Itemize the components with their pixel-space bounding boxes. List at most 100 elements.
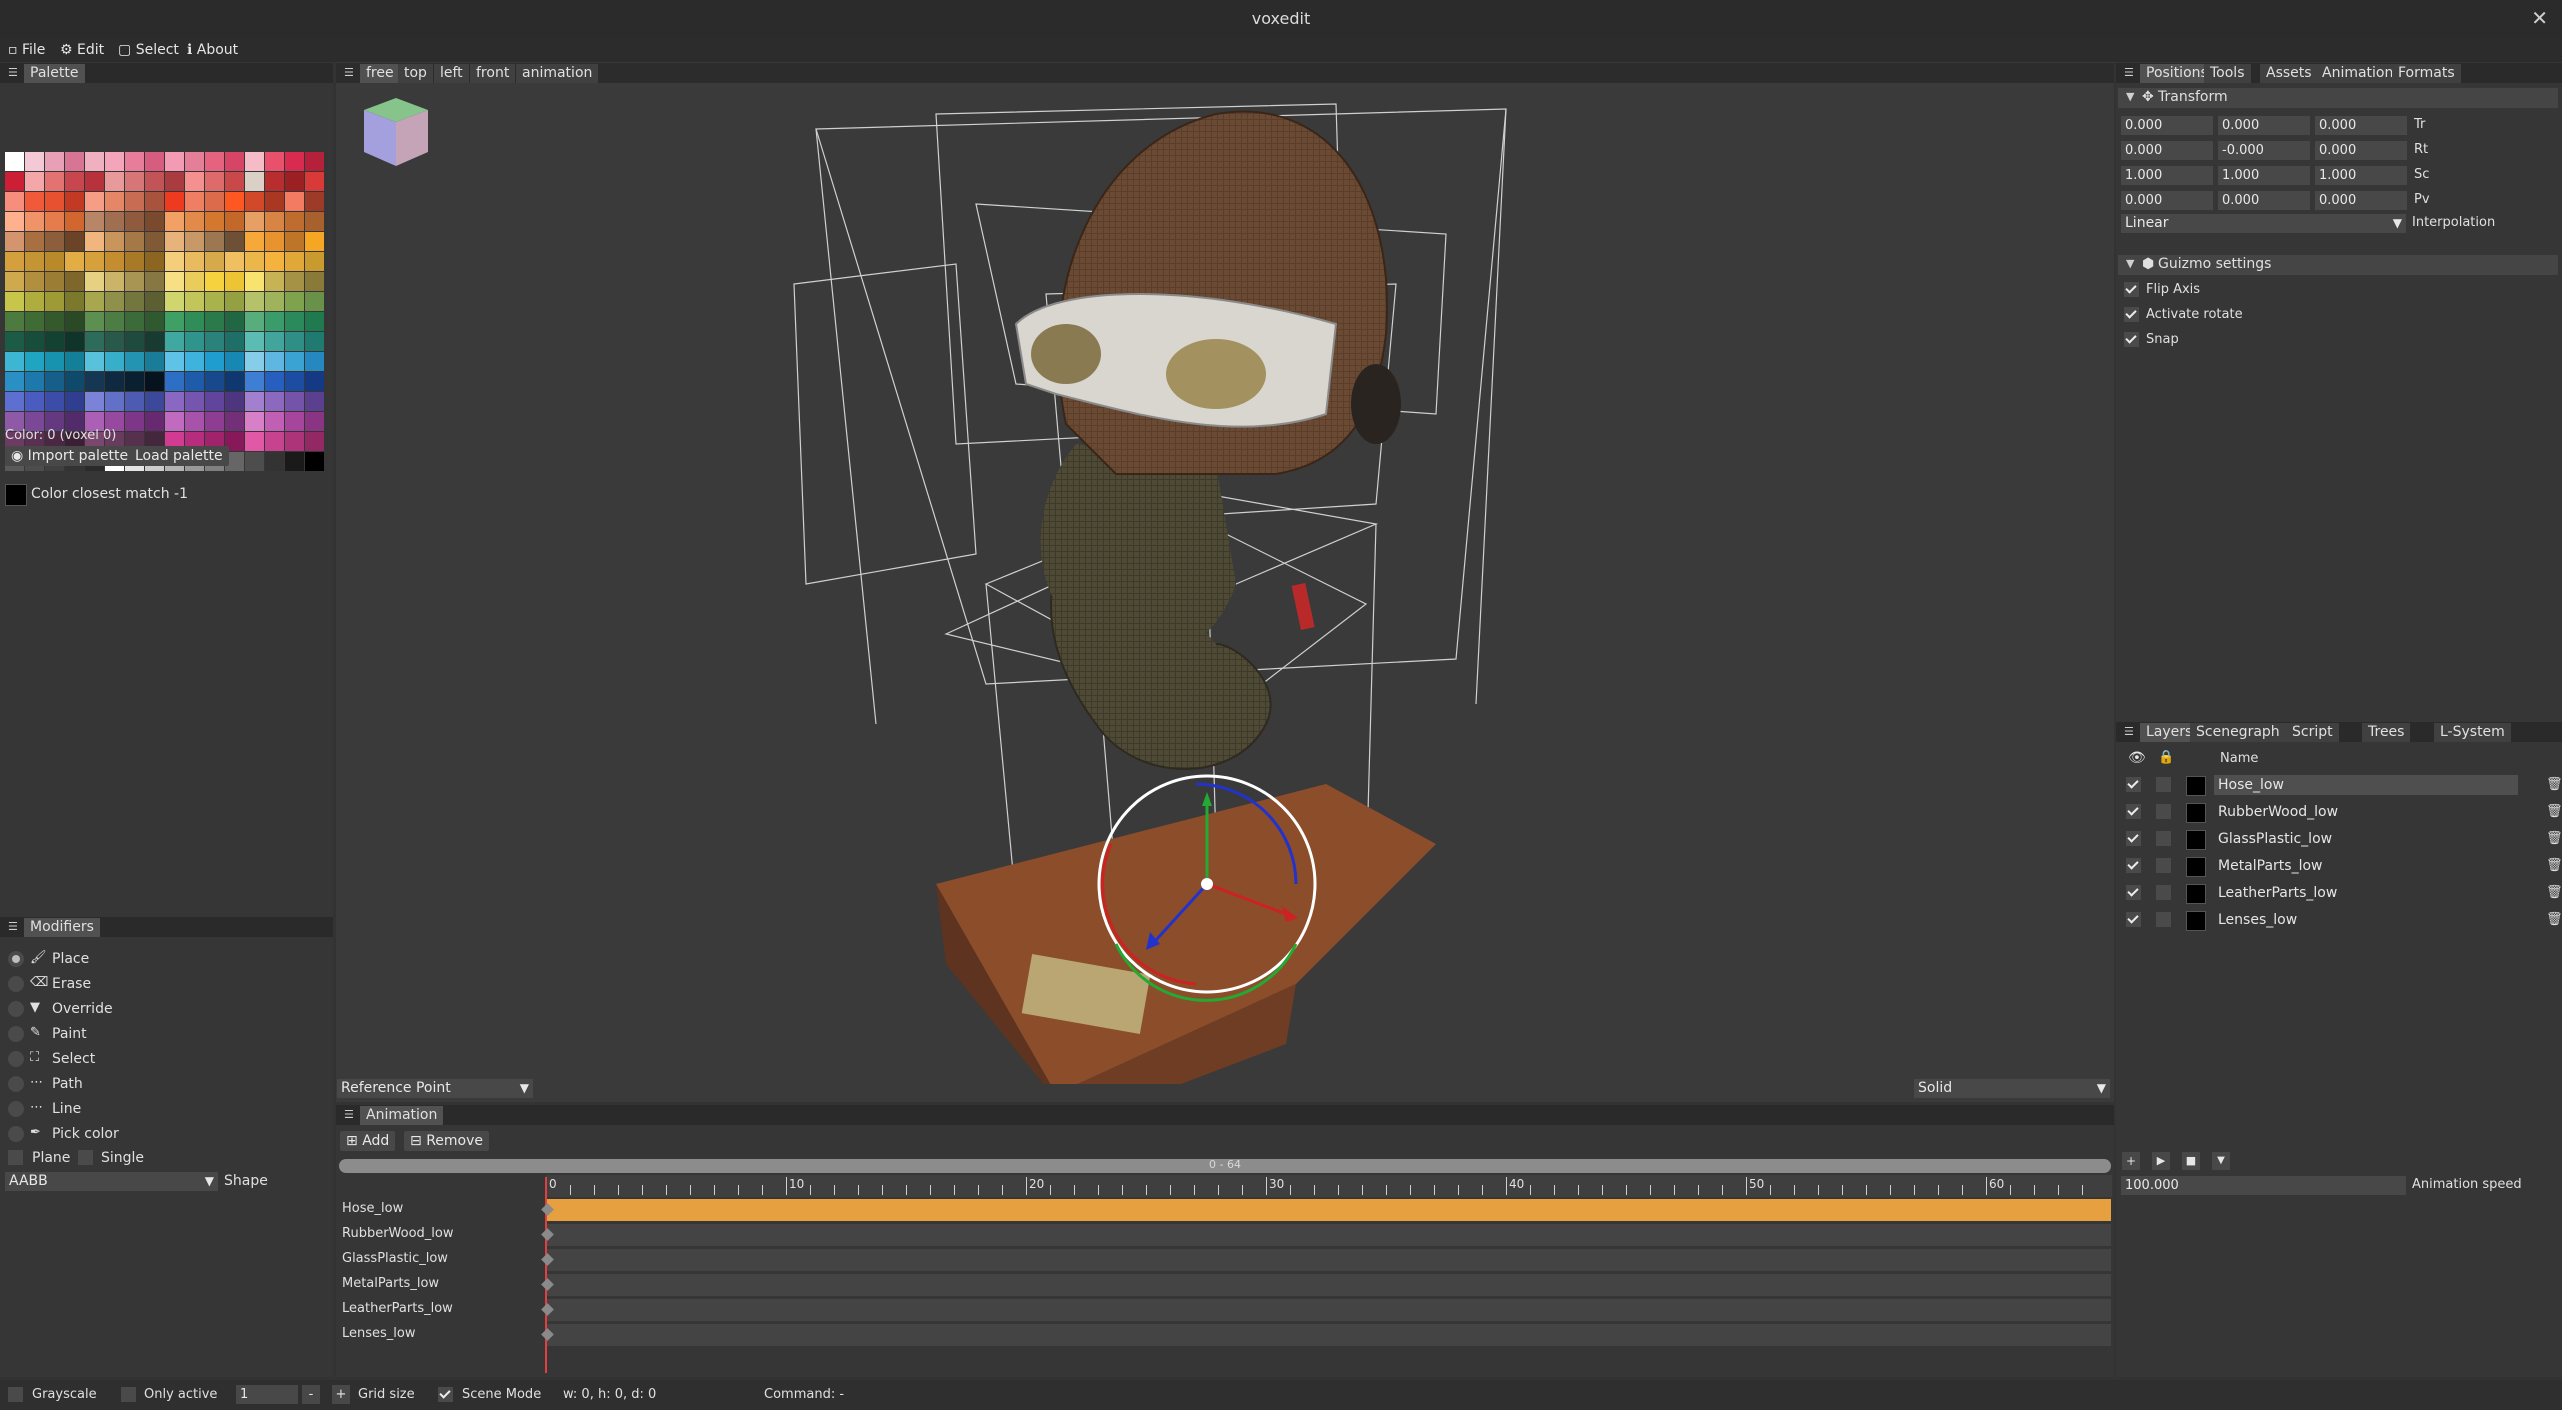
palette-swatch[interactable] bbox=[45, 392, 64, 411]
palette-swatch[interactable] bbox=[265, 272, 284, 291]
palette-swatch[interactable] bbox=[85, 272, 104, 291]
color-closest-swatch[interactable] bbox=[5, 484, 27, 506]
tab-top[interactable]: top bbox=[398, 64, 433, 83]
palette-swatch[interactable] bbox=[145, 192, 164, 211]
modifier-radio[interactable] bbox=[8, 1126, 24, 1142]
palette-swatch[interactable] bbox=[25, 152, 44, 171]
palette-swatch[interactable] bbox=[45, 172, 64, 191]
import-palette-button[interactable]: ◉ Import palette bbox=[5, 446, 135, 466]
palette-swatch[interactable] bbox=[45, 192, 64, 211]
palette-swatch[interactable] bbox=[65, 372, 84, 391]
layer-row[interactable]: Lenses_low 🗑 bbox=[2116, 907, 2562, 933]
palette-swatch[interactable] bbox=[305, 152, 324, 171]
transform-rt-field[interactable]: 0.000 bbox=[2315, 141, 2407, 160]
palette-swatch[interactable] bbox=[45, 352, 64, 371]
layer-name[interactable]: GlassPlastic_low bbox=[2214, 829, 2518, 849]
palette-swatch[interactable] bbox=[145, 272, 164, 291]
grid-size-input[interactable]: 1 bbox=[236, 1385, 298, 1404]
palette-swatch[interactable] bbox=[285, 392, 304, 411]
menu-select[interactable]: ▢ Select bbox=[118, 42, 179, 58]
palette-swatch[interactable] bbox=[205, 372, 224, 391]
palette-swatch[interactable] bbox=[225, 412, 244, 431]
palette-swatch[interactable] bbox=[125, 392, 144, 411]
palette-swatch[interactable] bbox=[265, 212, 284, 231]
palette-swatch[interactable] bbox=[265, 352, 284, 371]
palette-swatch[interactable] bbox=[265, 172, 284, 191]
modifier-radio[interactable] bbox=[8, 1101, 24, 1117]
palette-swatch[interactable] bbox=[125, 352, 144, 371]
palette-swatch[interactable] bbox=[305, 252, 324, 271]
layer-name[interactable]: Lenses_low bbox=[2214, 910, 2518, 930]
palette-swatch[interactable] bbox=[185, 252, 204, 271]
transform-section-header[interactable]: ▼ ✥ Transform bbox=[2118, 88, 2558, 108]
palette-swatch[interactable] bbox=[25, 172, 44, 191]
palette-swatch[interactable] bbox=[65, 172, 84, 191]
palette-swatch[interactable] bbox=[245, 272, 264, 291]
palette-swatch[interactable] bbox=[165, 332, 184, 351]
tab-formats[interactable]: Formats bbox=[2392, 64, 2461, 83]
palette-swatch[interactable] bbox=[5, 172, 24, 191]
shape-select[interactable]: AABB ▼ bbox=[5, 1172, 218, 1191]
palette-swatch[interactable] bbox=[205, 252, 224, 271]
palette-swatch[interactable] bbox=[265, 372, 284, 391]
track-bar[interactable] bbox=[547, 1324, 2111, 1346]
palette-swatch[interactable] bbox=[225, 192, 244, 211]
tab-left[interactable]: left bbox=[434, 64, 469, 83]
trash-icon[interactable]: 🗑 bbox=[2546, 885, 2562, 901]
palette-swatch[interactable] bbox=[5, 372, 24, 391]
modifier-radio[interactable] bbox=[8, 1076, 24, 1092]
collapse-icon[interactable]: ☰ bbox=[8, 67, 20, 79]
menu-edit[interactable]: ⚙ Edit bbox=[60, 42, 104, 58]
palette-swatch[interactable] bbox=[5, 352, 24, 371]
viewport[interactable]: ☰ free top left front animation Referenc… bbox=[336, 62, 2114, 1102]
render-mode-select[interactable]: Solid ▼ bbox=[1914, 1079, 2110, 1098]
modifier-radio[interactable] bbox=[8, 951, 24, 967]
palette-swatch[interactable] bbox=[45, 372, 64, 391]
layer-color-swatch[interactable] bbox=[2186, 911, 2206, 931]
palette-swatch[interactable] bbox=[245, 332, 264, 351]
grayscale-checkbox[interactable] bbox=[8, 1387, 23, 1402]
palette-swatch[interactable] bbox=[265, 312, 284, 331]
remove-keyframe-button[interactable]: ⊟ Remove bbox=[404, 1131, 490, 1151]
layer-lock-checkbox[interactable] bbox=[2156, 804, 2171, 819]
trash-icon[interactable]: 🗑 bbox=[2546, 831, 2562, 847]
layer-color-swatch[interactable] bbox=[2186, 884, 2206, 904]
palette-swatch[interactable] bbox=[105, 392, 124, 411]
palette-swatch[interactable] bbox=[305, 372, 324, 391]
palette-swatch[interactable] bbox=[265, 432, 284, 451]
palette-swatch[interactable] bbox=[305, 452, 324, 471]
gizmo-option-checkbox[interactable] bbox=[2124, 307, 2139, 322]
palette-swatch[interactable] bbox=[165, 252, 184, 271]
palette-swatch[interactable] bbox=[85, 152, 104, 171]
palette-swatch[interactable] bbox=[305, 332, 324, 351]
layer-row[interactable]: Hose_low 🗑 bbox=[2116, 772, 2562, 798]
palette-swatch[interactable] bbox=[125, 332, 144, 351]
timeline-ruler[interactable]: 0 10 20 30 40 50 60 bbox=[546, 1175, 2112, 1197]
track-bar[interactable] bbox=[547, 1274, 2111, 1296]
trash-icon[interactable]: 🗑 bbox=[2546, 858, 2562, 874]
tab-animation[interactable]: Animation bbox=[2316, 64, 2400, 83]
palette-swatch[interactable] bbox=[285, 372, 304, 391]
palette-swatch[interactable] bbox=[265, 252, 284, 271]
trash-icon[interactable]: 🗑 bbox=[2546, 804, 2562, 820]
palette-swatch[interactable] bbox=[185, 212, 204, 231]
palette-swatch[interactable] bbox=[165, 232, 184, 251]
palette-swatch[interactable] bbox=[165, 192, 184, 211]
palette-swatch[interactable] bbox=[245, 212, 264, 231]
play-icon[interactable]: ▶ bbox=[2152, 1152, 2170, 1170]
layer-row[interactable]: MetalParts_low 🗑 bbox=[2116, 853, 2562, 879]
palette-swatch[interactable] bbox=[5, 192, 24, 211]
palette-swatch[interactable] bbox=[105, 272, 124, 291]
scene-mode-checkbox[interactable] bbox=[438, 1387, 453, 1402]
palette-swatch[interactable] bbox=[225, 372, 244, 391]
palette-swatch[interactable] bbox=[185, 352, 204, 371]
palette-swatch[interactable] bbox=[225, 312, 244, 331]
palette-swatch[interactable] bbox=[105, 152, 124, 171]
layer-visible-checkbox[interactable] bbox=[2126, 804, 2141, 819]
palette-swatch[interactable] bbox=[65, 352, 84, 371]
palette-swatch[interactable] bbox=[285, 412, 304, 431]
palette-swatch[interactable] bbox=[65, 272, 84, 291]
palette-swatch[interactable] bbox=[125, 372, 144, 391]
tab-animation[interactable]: Animation bbox=[360, 1106, 444, 1125]
palette-swatch[interactable] bbox=[225, 292, 244, 311]
